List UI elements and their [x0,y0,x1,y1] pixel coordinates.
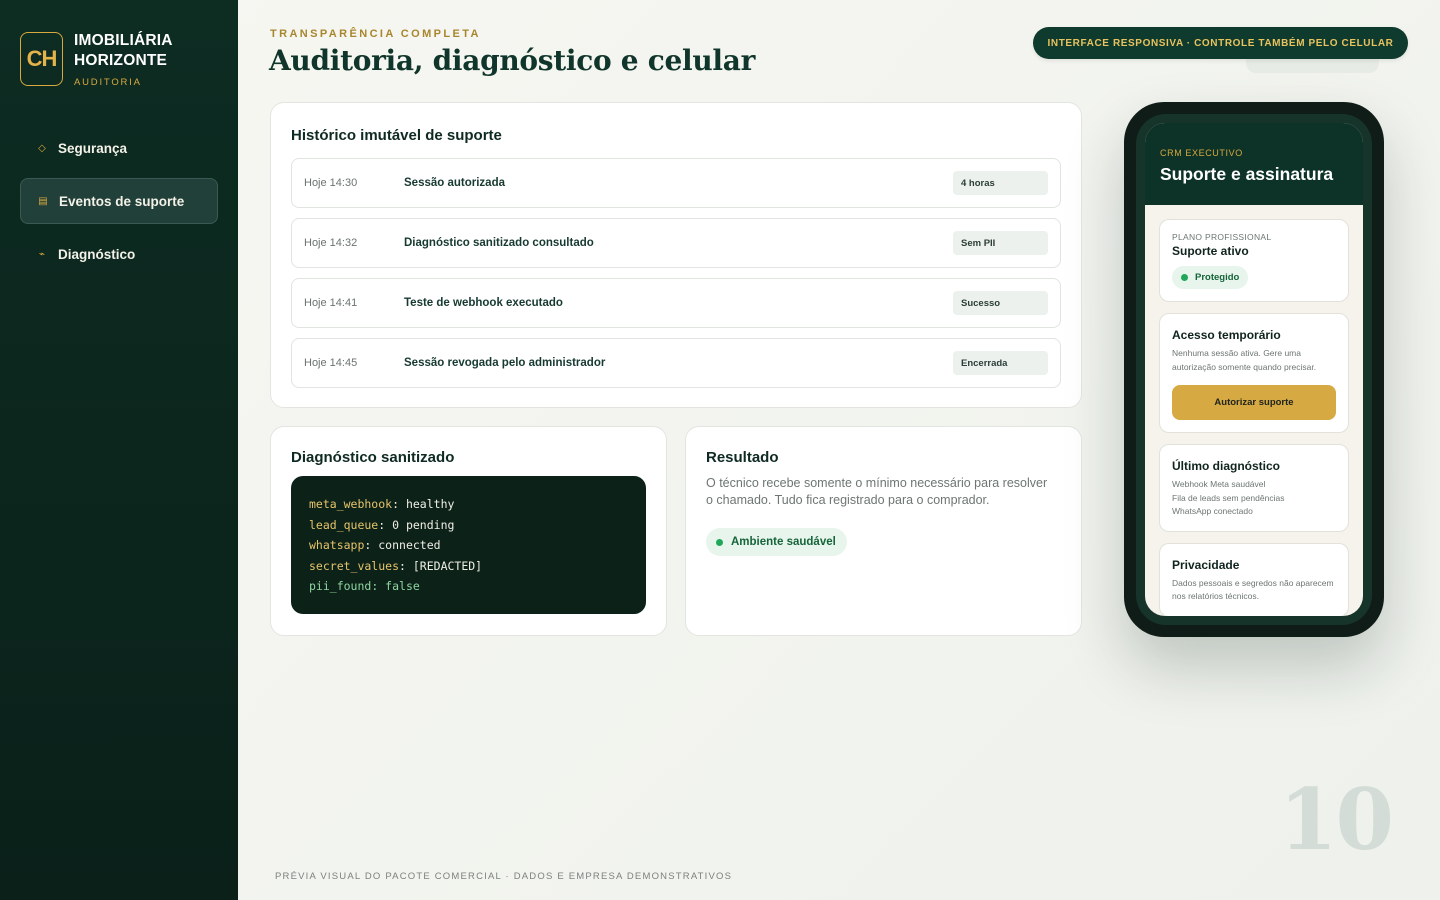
code-line: whatsapp: connected [309,535,628,556]
card-title: Resultado [706,449,779,466]
history-row: Hoje 14:30 Sessão autorizada 4 horas [291,158,1061,208]
sidebar-item-label: Eventos de suporte [59,193,185,209]
code-separator: : [371,579,386,593]
status-dot-icon [1181,274,1188,281]
plan-card: PLANO PROFISSIONAL Suporte ativo Protegi… [1159,219,1349,302]
code-value: [REDACTED] [412,558,483,573]
card-title: Histórico imutável de suporte [291,127,502,144]
access-title: Acesso temporário [1172,328,1281,342]
phone-header: CRM EXECUTIVO Suporte e assinatura [1145,123,1363,205]
pulse-icon: ⌁ [38,248,46,260]
history-time: Hoje 14:32 [304,237,358,249]
sidebar-item-label: Diagnóstico [58,246,136,262]
sidebar-item-seguranca[interactable]: ◇ Segurança [20,125,218,171]
access-text: Nenhuma sessão ativa. Gere uma autorizaç… [1172,348,1317,372]
code-key: meta_webhook [309,497,393,511]
code-value: false [385,579,420,593]
code-separator: : [399,558,413,573]
diagnostic-line: Fila de leads sem pendências [1172,492,1285,503]
support-history-card: Histórico imutável de suporte Hoje 14:30… [270,102,1082,408]
status-dot-icon [716,538,723,546]
page-eyebrow: TRANSPARÊNCIA COMPLETA [270,28,481,40]
privacy-text: Dados pessoais e segredos não aparecem n… [1172,577,1334,602]
responsive-interface-badge: INTERFACE RESPONSIVA · CONTROLE TAMBÉM P… [1033,27,1408,59]
code-key: secret_values [309,558,400,573]
status-label: Ambiente saudável [731,536,836,548]
history-row: Hoje 14:41 Teste de webhook executado Su… [291,278,1061,328]
sidebar: CH IMOBILIÁRIA HORIZONTE AUDITORIA ◇ Seg… [0,0,238,900]
history-time: Hoje 14:41 [304,297,358,309]
brand-logo: CH [20,32,63,86]
temporary-access-card: Acesso temporário Nenhuma sessão ativa. … [1159,313,1349,433]
sidebar-item-eventos-de-suporte[interactable]: ▤ Eventos de suporte [20,178,218,224]
history-row: Hoje 14:32 Diagnóstico sanitizado consul… [291,218,1061,268]
sidebar-item-diagnostico[interactable]: ⌁ Diagnóstico [20,231,218,277]
phone-title: Suporte e assinatura [1160,164,1334,184]
code-separator: : [392,497,406,511]
diagnostic-code-block: meta_webhook: healthy lead_queue: 0 pend… [291,476,646,614]
last-diagnostic-lines: Webhook Meta saudável Fila de leads sem … [1172,478,1336,519]
brand-name-line2: HORIZONTE [74,52,168,69]
code-key: lead_queue [309,517,379,532]
status-badge: Ambiente saudável [706,528,847,556]
privacy-card: Privacidade Dados pessoais e segredos nã… [1159,542,1349,616]
phone-eyebrow: CRM EXECUTIVO [1160,148,1243,158]
history-badge: 4 horas [953,171,1048,195]
history-time: Hoje 14:45 [304,357,358,369]
code-key: whatsapp [309,538,365,552]
history-event: Sessão autorizada [404,177,505,189]
history-event: Diagnóstico sanitizado consultado [404,237,594,249]
code-line: pii_found: false [309,576,628,597]
brand: CH IMOBILIÁRIA HORIZONTE AUDITORIA [20,32,173,88]
diagnostic-line: WhatsApp conectado [1172,506,1253,516]
plan-eyebrow: PLANO PROFISSIONAL [1172,232,1272,242]
code-line: secret_values: [REDACTED] [309,556,628,577]
brand-subtitle: AUDITORIA [74,77,142,88]
history-time: Hoje 14:30 [304,177,358,189]
page-number: 10 [1279,770,1394,869]
brand-text: IMOBILIÁRIA HORIZONTE AUDITORIA [74,31,173,88]
code-line: lead_queue: 0 pending [309,515,628,536]
diamond-icon: ◇ [38,142,46,154]
protected-label: Protegido [1195,272,1240,283]
history-event: Teste de webhook executado [404,297,563,309]
card-title: Diagnóstico sanitizado [291,449,455,466]
page-title: Auditoria, diagnóstico e celular [269,44,756,77]
privacy-title: Privacidade [1172,557,1240,572]
protected-badge: Protegido [1172,266,1249,289]
history-badge: Sem PII [953,231,1048,255]
phone-mockup: CRM EXECUTIVO Suporte e assinatura PLANO… [1124,102,1384,637]
code-value: connected [378,538,441,552]
authorize-support-button[interactable]: Autorizar suporte [1172,385,1336,420]
last-diagnostic-card: Último diagnóstico Webhook Meta saudável… [1159,444,1349,532]
history-event: Sessão revogada pelo administrador [404,357,606,369]
brand-name-line1: IMOBILIÁRIA [74,32,173,49]
code-value: healthy [405,497,455,511]
sidebar-item-label: Segurança [58,140,128,156]
calendar-icon: ▤ [38,195,48,207]
diagnostic-line: Webhook Meta saudável [1172,479,1266,489]
code-line: meta_webhook: healthy [309,494,628,515]
footer-note: PRÉVIA VISUAL DO PACOTE COMERCIAL · DADO… [275,871,733,882]
phone-screen: CRM EXECUTIVO Suporte e assinatura PLANO… [1145,123,1363,616]
history-row: Hoje 14:45 Sessão revogada pelo administ… [291,338,1061,388]
result-card: Resultado O técnico recebe somente o mín… [685,426,1082,636]
code-separator: : [364,538,379,552]
code-value: 0 pending [392,517,455,532]
result-description: O técnico recebe somente o mínimo necess… [706,476,1048,507]
sanitized-diagnostic-card: Diagnóstico sanitizado meta_webhook: hea… [270,426,667,636]
sidebar-nav: ◇ Segurança ▤ Eventos de suporte ⌁ Diagn… [20,125,218,284]
code-key: pii_found [309,579,372,593]
history-badge: Sucesso [953,291,1048,315]
last-diagnostic-title: Último diagnóstico [1172,459,1280,473]
plan-title: Suporte ativo [1172,244,1249,258]
code-separator: : [378,517,393,532]
history-badge: Encerrada [953,351,1048,375]
